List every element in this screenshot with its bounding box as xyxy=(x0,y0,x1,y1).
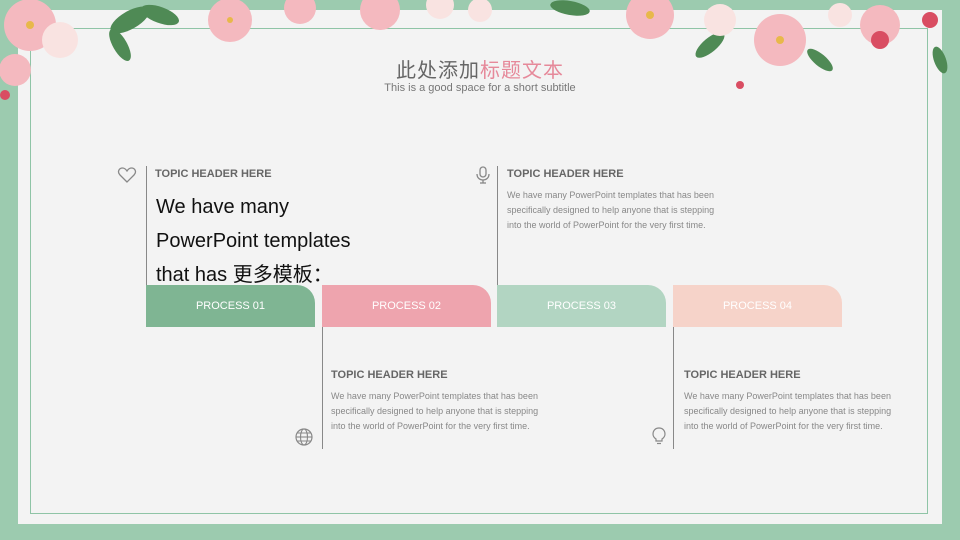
topic1-divider xyxy=(146,166,147,286)
process-tab-1: PROCESS 01 xyxy=(146,285,315,327)
title-part1: 此处添加 xyxy=(396,60,480,82)
topic2-header: TOPIC HEADER HERE xyxy=(507,168,624,180)
process-label-4: PROCESS 04 xyxy=(722,300,793,312)
topic4-divider xyxy=(673,327,674,449)
topic1-header: TOPIC HEADER HERE xyxy=(155,168,272,180)
process-tab-3: PROCESS 03 xyxy=(497,285,666,327)
globe-icon xyxy=(295,428,313,446)
page-title: 此处添加标题文本 xyxy=(0,54,960,83)
lightbulb-icon xyxy=(652,427,666,445)
topic4-header: TOPIC HEADER HERE xyxy=(684,369,801,381)
topic2-divider xyxy=(497,166,498,286)
title-part2: 标题文本 xyxy=(480,60,564,82)
microphone-icon xyxy=(476,166,490,184)
topic3-body: We have many PowerPoint templates that h… xyxy=(331,391,539,431)
process-label-2: PROCESS 02 xyxy=(371,300,442,312)
process-label-1: PROCESS 01 xyxy=(195,300,266,312)
heart-icon xyxy=(117,167,137,183)
process-tab-4: PROCESS 04 xyxy=(673,285,842,327)
process-label-3: PROCESS 03 xyxy=(546,300,617,312)
topic4-body: We have many PowerPoint templates that h… xyxy=(684,391,892,431)
topic3-header: TOPIC HEADER HERE xyxy=(331,369,448,381)
process-tab-2: PROCESS 02 xyxy=(322,285,491,327)
topic2-body: We have many PowerPoint templates that h… xyxy=(507,190,715,230)
topic3-divider xyxy=(322,327,323,449)
page-subtitle: This is a good space for a short subtitl… xyxy=(384,82,576,94)
